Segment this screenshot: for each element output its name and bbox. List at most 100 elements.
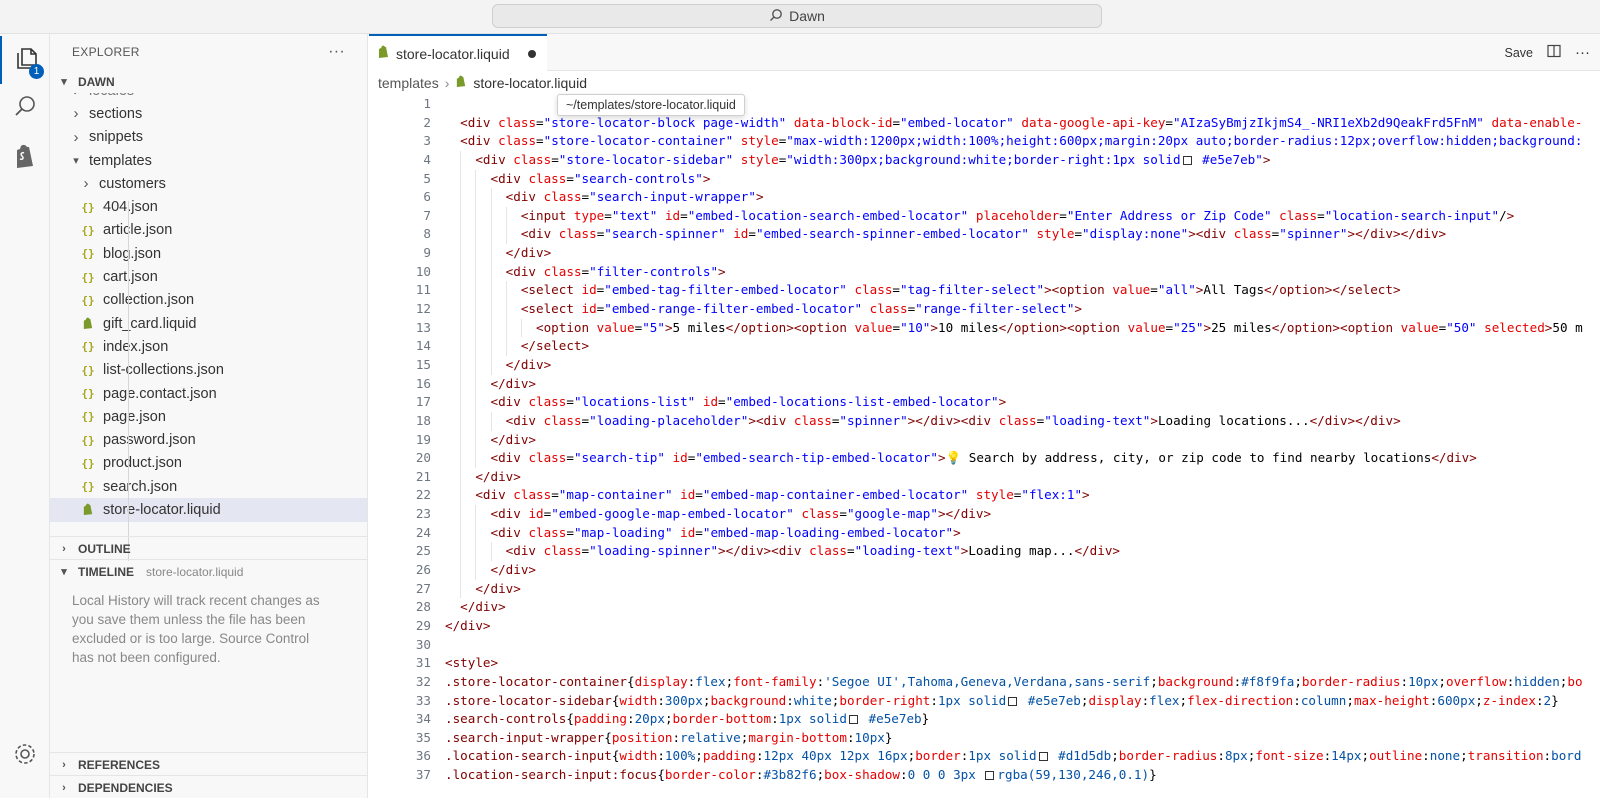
json-file-icon: {} [81,247,95,261]
code-line[interactable]: 10 <div class="filter-controls"> [369,262,1600,282]
code-line[interactable]: 19 </div> [369,430,1600,450]
json-file-icon: {} [81,387,95,400]
tree-item[interactable]: {} 404.json [50,195,367,218]
tree-item[interactable]: › locales [50,93,367,102]
save-button[interactable]: Save [1505,46,1534,60]
code-text: </div> [490,431,537,447]
code-line[interactable]: 27 </div> [369,579,1600,599]
more-actions-icon[interactable]: ··· [1575,44,1590,61]
breadcrumb-file[interactable]: store-locator.liquid [473,75,587,91]
code-line[interactable]: 32 .store-locator-container{display:flex;… [369,673,1600,692]
split-editor-icon[interactable] [1547,44,1561,61]
code-line[interactable]: 36 .location-search-input{width:100%;padd… [369,747,1600,766]
timeline-section[interactable]: ▾ TIMELINE store-locator.liquid Local Hi… [50,559,368,675]
tree-item[interactable]: › snippets [50,126,367,149]
code-line[interactable]: 1 [369,95,1600,114]
code-text: </div> [475,468,521,484]
shopify-activity-button[interactable] [0,134,50,182]
code-line[interactable]: 30 [369,636,1600,655]
code-line[interactable]: 8 <div class="search-spinner" id="embed-… [369,225,1600,245]
tree-item[interactable]: {} cart.json [50,265,367,288]
code-line[interactable]: 28 </div> [369,598,1600,617]
code-line[interactable]: 15 </div> [369,355,1600,375]
tree-item-label: snippets [89,129,144,146]
tree-item[interactable]: {} blog.json [50,242,367,265]
code-line[interactable]: 14 </select> [369,337,1600,356]
tree-item[interactable]: {} article.json [50,219,367,242]
code-editor[interactable]: 1 2 <div class="store-locator-block page-… [369,95,1600,798]
code-text: </div> [460,599,506,615]
code-line[interactable]: 34 .search-controls{padding:20px;border-b… [369,710,1600,729]
code-line[interactable]: 13 <option value="5">5 miles</option><op… [369,318,1600,338]
references-section[interactable]: › REFERENCES [50,752,368,776]
code-line[interactable]: 9 </div> [369,244,1600,263]
code-text: .search-input-wrapper{position:relative;… [445,729,893,745]
code-text: .location-search-input{width:100%;paddin… [445,748,1582,764]
code-text: .store-locator-container{display:flex;fo… [445,673,1583,689]
code-line[interactable]: 26 </div> [369,561,1600,580]
line-number: 2 [423,114,431,130]
code-line[interactable]: 24 <div class="map-loading" id="embed-ma… [369,523,1600,543]
code-line[interactable]: 25 <div class="loading-spinner"></div><d… [369,542,1600,562]
code-line[interactable]: 29 </div> [369,617,1600,636]
code-line[interactable]: 22 <div class="map-container" id="embed-… [369,486,1600,506]
code-line[interactable]: 11 <select id="embed-tag-filter-embed-lo… [369,281,1600,301]
code-line[interactable]: 6 <div class="search-input-wrapper"> [369,188,1600,207]
code-text: <div class="search-controls"> [490,170,711,186]
json-file-icon: {} [81,293,95,307]
tree-item[interactable]: {} page.json [50,405,367,428]
code-line[interactable]: 12 <select id="embed-range-filter-embed-… [369,300,1600,319]
code-line[interactable]: 4 <div class="store-locator-sidebar" sty… [369,150,1600,170]
code-line[interactable]: 37 .location-search-input:focus{border-co… [369,766,1600,785]
tree-item[interactable]: › sections [50,102,367,125]
line-number: 35 [415,729,431,745]
json-file-icon: {} [81,340,95,354]
tree-item[interactable]: {} list-collections.json [50,359,367,382]
code-line[interactable]: 7 <input type="text" id="embed-location-… [369,206,1600,226]
settings-activity-button[interactable] [0,732,50,780]
title-bar: Dawn [0,0,1600,34]
code-line[interactable]: 35 .search-input-wrapper{position:relativ… [369,729,1600,748]
tree-item-label: page.contact.json [103,385,217,402]
unsaved-dot-icon[interactable] [527,49,536,58]
line-number: 21 [415,468,431,484]
outline-section[interactable]: › OUTLINE [50,536,368,560]
line-number: 7 [423,207,431,223]
code-line[interactable]: 33 .store-locator-sidebar{width:300px;bac… [369,692,1600,711]
more-actions-icon[interactable]: ··· [328,43,345,61]
tree-item[interactable]: store-locator.liquid [50,498,367,522]
editor-tab-bar: store-locator.liquid Save ··· [369,34,1600,71]
command-center-search[interactable]: Dawn [492,4,1102,28]
workspace-section-header[interactable]: ▾ DAWN [50,70,367,93]
tree-item[interactable]: › customers [50,172,367,195]
code-line[interactable]: 3 <div class="store-locator-container" s… [369,132,1600,151]
code-text: <div class="filter-controls"> [505,263,726,279]
code-line[interactable]: 2 <div class="store-locator-block page-w… [369,114,1600,133]
code-line[interactable]: 16 </div> [369,374,1600,394]
tree-item[interactable]: {} search.json [50,475,367,498]
tree-item[interactable]: ▾ templates [50,149,367,172]
explorer-activity-button[interactable]: 1 [0,36,50,84]
tree-item[interactable]: gift_card.liquid [50,312,367,335]
shopify-bag-icon [13,143,37,174]
code-line[interactable]: 23 <div id="embed-google-map-embed-locat… [369,505,1600,524]
code-line[interactable]: 20 <div class="search-tip" id="embed-sea… [369,449,1600,468]
breadcrumb-folder[interactable]: templates [378,75,439,91]
breadcrumb: templates › store-locator.liquid [369,71,1600,95]
dependencies-section[interactable]: › DEPENDENCIES [50,775,368,798]
search-activity-button[interactable] [0,84,50,132]
code-line[interactable]: 5 <div class="search-controls"> [369,169,1600,189]
tree-item[interactable]: {} password.json [50,428,367,451]
code-line[interactable]: 17 <div class="locations-list" id="embed… [369,393,1600,412]
code-line[interactable]: 31 <style> [369,654,1600,673]
tree-item[interactable]: {} page.contact.json [50,382,367,405]
line-number: 1 [423,96,431,111]
line-number: 8 [423,226,431,242]
tree-item[interactable]: {} index.json [50,335,367,358]
tree-item[interactable]: {} collection.json [50,289,367,312]
tree-item[interactable]: {} product.json [50,452,367,475]
code-line[interactable]: 21 </div> [369,467,1600,487]
json-file-icon: {} [81,363,95,377]
code-line[interactable]: 18 <div class="loading-placeholder"><div… [369,411,1600,431]
tab-store-locator[interactable]: store-locator.liquid [369,34,547,71]
